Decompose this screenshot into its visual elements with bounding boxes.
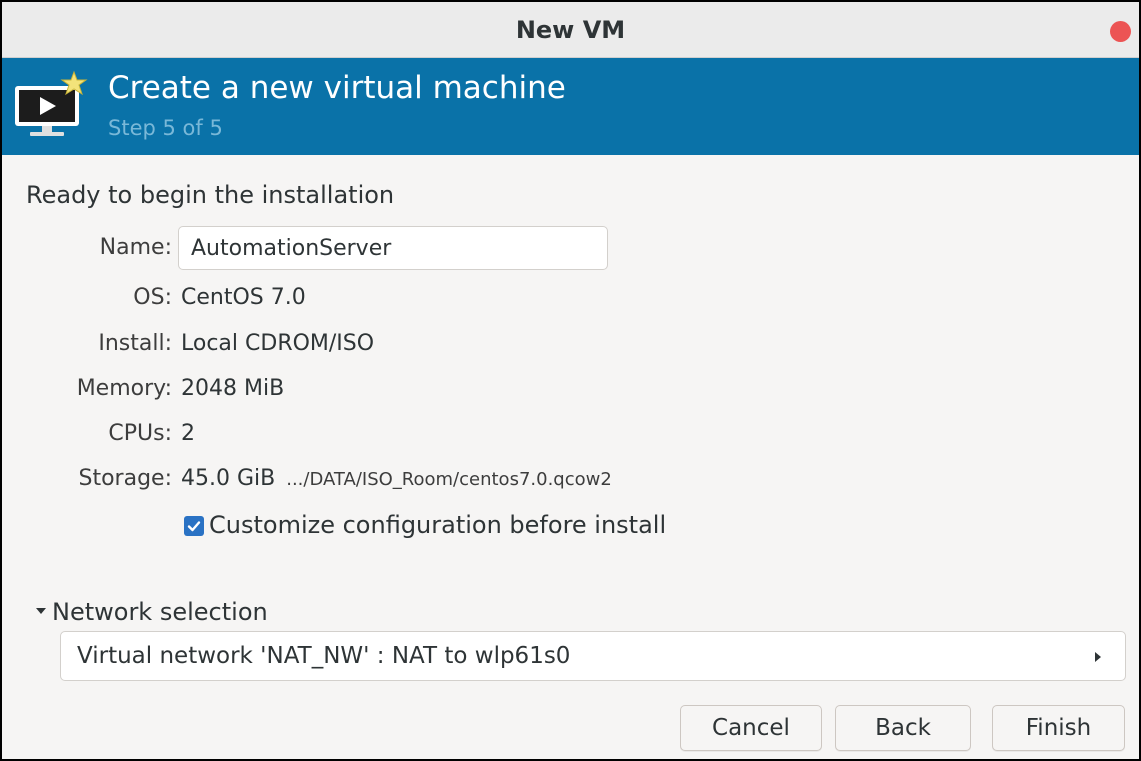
header-banner: Create a new virtual machine Step 5 of 5 <box>2 58 1139 155</box>
banner-heading: Create a new virtual machine <box>108 70 566 106</box>
close-icon[interactable] <box>1110 21 1131 42</box>
back-button[interactable]: Back <box>835 705 971 751</box>
storage-label: Storage: <box>78 466 173 491</box>
virtual-machine-icon <box>15 70 88 136</box>
os-value: CentOS 7.0 <box>181 285 306 310</box>
cancel-button[interactable]: Cancel <box>680 705 822 751</box>
storage-size: 45.0 GiB <box>181 466 276 491</box>
network-select[interactable]: Virtual network 'NAT_NW' : NAT to wlp61s… <box>60 631 1126 681</box>
customize-label[interactable]: Customize configuration before install <box>209 508 666 542</box>
step-indicator: Step 5 of 5 <box>108 116 223 140</box>
new-vm-dialog: New VM Create a new virtual machine Step… <box>0 0 1141 761</box>
memory-label: Memory: <box>76 376 172 401</box>
vm-name-input[interactable] <box>178 226 608 270</box>
cpus-value: 2 <box>181 421 195 446</box>
checkmark-icon <box>187 521 201 532</box>
customize-checkbox[interactable] <box>184 516 204 536</box>
storage-value: 45.0 GiB .../DATA/ISO_Room/centos7.0.qco… <box>181 462 612 497</box>
os-label: OS: <box>133 285 172 310</box>
window-title: New VM <box>515 16 626 44</box>
storage-path: .../DATA/ISO_Room/centos7.0.qcow2 <box>286 469 612 490</box>
install-value: Local CDROM/ISO <box>181 331 375 356</box>
expander-arrow-down-icon <box>36 608 46 614</box>
cpus-label: CPUs: <box>108 421 172 446</box>
ready-message: Ready to begin the installation <box>26 181 395 209</box>
chevron-right-icon <box>1095 652 1101 662</box>
title-bar[interactable]: New VM <box>2 2 1139 58</box>
memory-value: 2048 MiB <box>181 376 285 401</box>
network-select-value: Virtual network 'NAT_NW' : NAT to wlp61s… <box>77 643 571 669</box>
finish-button[interactable]: Finish <box>992 705 1125 751</box>
name-label: Name: <box>99 235 172 260</box>
install-label: Install: <box>98 331 172 356</box>
network-section-label[interactable]: Network selection <box>52 594 268 630</box>
